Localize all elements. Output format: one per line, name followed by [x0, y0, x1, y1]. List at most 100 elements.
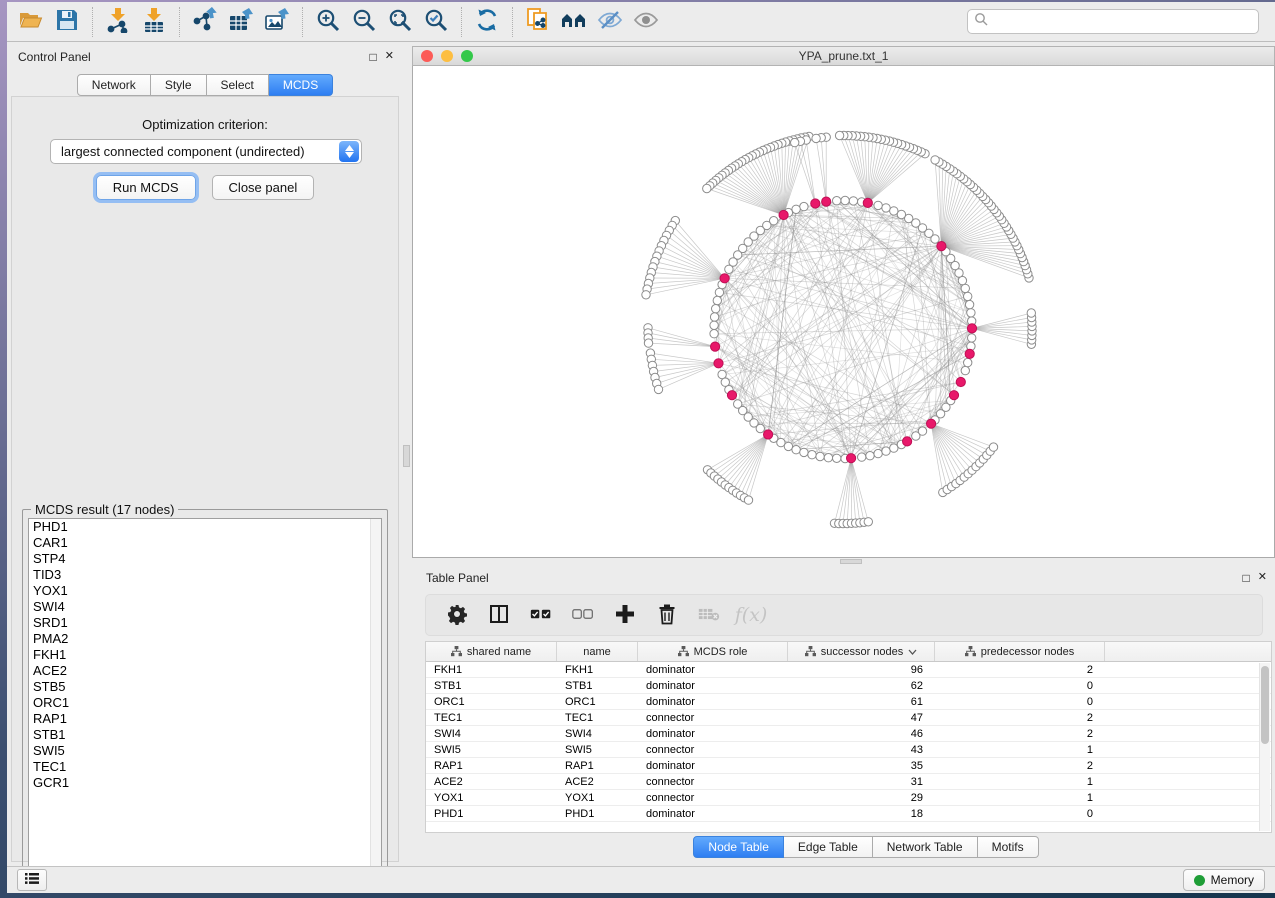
network-node[interactable]: [710, 313, 718, 321]
column-header-successor-nodes[interactable]: successor nodes: [788, 642, 935, 661]
network-node[interactable]: [897, 210, 905, 218]
network-node[interactable]: [710, 321, 718, 329]
network-node[interactable]: [703, 184, 711, 192]
mcds-hub-node[interactable]: [727, 391, 736, 400]
table-scrollbar[interactable]: [1259, 663, 1270, 831]
network-node[interactable]: [866, 452, 874, 460]
network-node[interactable]: [874, 201, 882, 209]
table-row[interactable]: ACE2ACE2connector311: [426, 774, 1271, 790]
mcds-hub-node[interactable]: [863, 198, 872, 207]
network-node[interactable]: [784, 442, 792, 450]
network-node[interactable]: [712, 305, 720, 313]
tab-select[interactable]: Select: [207, 74, 269, 96]
table-row[interactable]: SWI4SWI4dominator462: [426, 726, 1271, 742]
mcds-hub-node[interactable]: [967, 324, 976, 333]
float-panel-button[interactable]: □: [1243, 572, 1250, 584]
network-node[interactable]: [744, 496, 752, 504]
column-header-name[interactable]: name: [557, 642, 638, 661]
mcds-hub-node[interactable]: [903, 437, 912, 446]
mcds-hub-node[interactable]: [764, 430, 773, 439]
mcds-result-item[interactable]: SWI5: [29, 743, 381, 759]
network-node[interactable]: [874, 449, 882, 457]
search-input[interactable]: [993, 12, 1252, 32]
network-node[interactable]: [833, 454, 841, 462]
mcds-list-scrollbar[interactable]: [370, 519, 381, 873]
open-file-button[interactable]: [13, 5, 49, 39]
network-node[interactable]: [890, 444, 898, 452]
mcds-result-item[interactable]: FKH1: [29, 647, 381, 663]
toggle-columns-button[interactable]: [482, 599, 516, 631]
mcds-result-item[interactable]: GCR1: [29, 775, 381, 791]
mcds-hub-node[interactable]: [720, 274, 729, 283]
mcds-hub-node[interactable]: [927, 419, 936, 428]
network-node[interactable]: [800, 202, 808, 210]
mcds-result-item[interactable]: STP4: [29, 551, 381, 567]
mcds-hub-node[interactable]: [956, 377, 965, 386]
minimize-window-button[interactable]: [441, 50, 453, 62]
mcds-hub-node[interactable]: [847, 454, 856, 463]
mcds-hub-node[interactable]: [779, 210, 788, 219]
network-node[interactable]: [833, 197, 841, 205]
mcds-hub-node[interactable]: [714, 359, 723, 368]
network-node[interactable]: [964, 358, 972, 366]
mcds-result-item[interactable]: SRD1: [29, 615, 381, 631]
network-node[interactable]: [918, 427, 926, 435]
close-panel-button[interactable]: ✕: [1258, 572, 1267, 584]
network-node[interactable]: [710, 330, 718, 338]
close-panel-button[interactable]: ✕: [385, 51, 394, 63]
deselect-all-button[interactable]: [566, 599, 600, 631]
network-node[interactable]: [841, 196, 849, 204]
column-header-predecessor-nodes[interactable]: predecessor nodes: [935, 642, 1105, 661]
table-row[interactable]: YOX1YOX1connector291: [426, 790, 1271, 806]
column-header-MCDS-role[interactable]: MCDS role: [638, 642, 788, 661]
network-node[interactable]: [642, 291, 650, 299]
tab-motifs[interactable]: Motifs: [978, 836, 1039, 858]
select-all-button[interactable]: [524, 599, 558, 631]
zoom-out-button[interactable]: [346, 5, 382, 39]
splitter-grip[interactable]: [840, 559, 862, 564]
table-settings-button[interactable]: [440, 599, 474, 631]
scrollbar-thumb[interactable]: [1261, 666, 1269, 744]
network-node[interactable]: [816, 452, 824, 460]
mcds-result-item[interactable]: PMA2: [29, 631, 381, 647]
network-node[interactable]: [756, 424, 764, 432]
memory-button[interactable]: Memory: [1183, 869, 1265, 891]
mcds-hub-node[interactable]: [711, 342, 720, 351]
mcds-result-item[interactable]: ACE2: [29, 663, 381, 679]
export-network-button[interactable]: [187, 5, 223, 39]
network-node[interactable]: [931, 156, 939, 164]
float-panel-button[interactable]: □: [370, 51, 377, 63]
network-node[interactable]: [965, 300, 973, 308]
mcds-result-item[interactable]: TEC1: [29, 759, 381, 775]
table-row[interactable]: STB1STB1dominator620: [426, 678, 1271, 694]
network-node[interactable]: [713, 296, 721, 304]
network-node[interactable]: [718, 370, 726, 378]
network-node[interactable]: [824, 454, 832, 462]
export-table-button[interactable]: [223, 5, 259, 39]
vertical-splitter[interactable]: [402, 43, 412, 866]
mcds-result-item[interactable]: SWI4: [29, 599, 381, 615]
mcds-result-item[interactable]: TID3: [29, 567, 381, 583]
network-node[interactable]: [725, 265, 733, 273]
network-node[interactable]: [654, 385, 662, 393]
apply-layout-button[interactable]: [469, 5, 505, 39]
network-node[interactable]: [800, 448, 808, 456]
zoom-fit-button[interactable]: [382, 5, 418, 39]
tab-network-table[interactable]: Network Table: [873, 836, 978, 858]
mcds-hub-node[interactable]: [949, 391, 958, 400]
mcds-hub-node[interactable]: [811, 199, 820, 208]
network-node[interactable]: [968, 334, 976, 342]
tab-network[interactable]: Network: [77, 74, 151, 96]
save-session-button[interactable]: [49, 5, 85, 39]
table-row[interactable]: PHD1PHD1dominator180: [426, 806, 1271, 822]
run-mcds-button[interactable]: Run MCDS: [96, 175, 196, 200]
network-node[interactable]: [967, 309, 975, 317]
import-table-button[interactable]: [136, 5, 172, 39]
network-node[interactable]: [882, 204, 890, 212]
network-node[interactable]: [792, 205, 800, 213]
tab-node-table[interactable]: Node Table: [693, 836, 784, 858]
network-node[interactable]: [989, 443, 997, 451]
table-row[interactable]: RAP1RAP1dominator352: [426, 758, 1271, 774]
close-window-button[interactable]: [421, 50, 433, 62]
maximize-window-button[interactable]: [461, 50, 473, 62]
